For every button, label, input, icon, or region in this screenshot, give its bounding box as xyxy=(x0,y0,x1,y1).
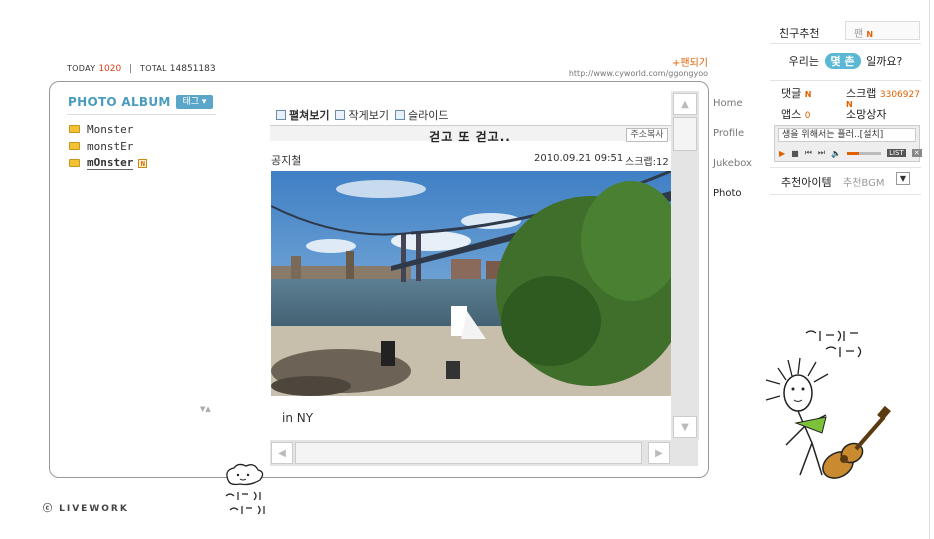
playlist-button[interactable]: LIST xyxy=(887,149,906,157)
comments-link[interactable]: 댓글 N xyxy=(781,85,811,101)
post-photo xyxy=(271,171,671,396)
next-icon[interactable]: ⏭ xyxy=(818,148,825,158)
stop-icon[interactable]: ■ xyxy=(791,149,799,158)
fan-join-link[interactable]: +팬되기 xyxy=(672,54,708,69)
collapse-arrows-icon[interactable]: ▼▲ xyxy=(200,405,211,413)
prev-icon[interactable]: ⏮ xyxy=(805,148,812,158)
vertical-scroll-thumb[interactable] xyxy=(673,117,697,151)
today-count: 1020 xyxy=(98,64,122,74)
scroll-right-arrow-icon[interactable]: ▶ xyxy=(648,442,670,464)
scroll-left-arrow-icon[interactable]: ◀ xyxy=(271,442,293,464)
volume-icon[interactable]: 🔈 xyxy=(831,149,841,158)
scroll-down-arrow-icon[interactable]: ▼ xyxy=(673,416,697,438)
post-author[interactable]: 공지철 xyxy=(271,152,301,168)
folder-name: Monster xyxy=(87,122,134,136)
today-label: TODAY xyxy=(67,64,96,73)
volume-slider[interactable] xyxy=(847,151,882,155)
page-right-border xyxy=(929,0,930,539)
player-controls: ▶ ■ ⏮ ⏭ 🔈 LIST ✕ xyxy=(779,148,922,158)
fan-box[interactable]: 팬 N xyxy=(845,21,920,40)
new-badge-icon: N xyxy=(866,30,874,39)
chevron-down-icon[interactable]: ▼ xyxy=(896,172,910,185)
now-playing-text[interactable]: 생을 위해서는 플러..[설치] xyxy=(778,128,916,142)
post-title: 걷고 또 걷고.. xyxy=(429,130,511,144)
grid-view-icon xyxy=(335,110,346,120)
fan-label: 팬 xyxy=(854,29,864,40)
new-badge-icon: N xyxy=(804,90,812,99)
post-date: 2010.09.21 09:51 xyxy=(534,153,624,164)
nav-photo[interactable]: Photo xyxy=(713,188,742,199)
new-badge-icon: N xyxy=(138,158,148,168)
total-label: TOTAL xyxy=(140,64,167,73)
recommend-bgm-link[interactable]: 추천BGM xyxy=(843,174,884,189)
relation-pill[interactable]: 몇 촌 xyxy=(824,53,861,69)
folder-name: monstEr xyxy=(87,139,134,153)
nav-jukebox[interactable]: Jukebox xyxy=(713,158,752,169)
wish-box-link[interactable]: N 소망상자 xyxy=(846,100,886,122)
recommend-item-link[interactable]: 추천아이템 xyxy=(781,174,832,190)
panel-divider xyxy=(770,167,921,168)
cloud-doodle xyxy=(220,462,290,525)
folder-icon xyxy=(69,159,80,167)
visitor-counter: TODAY 1020 | TOTAL 14851183 xyxy=(67,64,216,74)
album-divider xyxy=(67,114,216,115)
view-mode-tabs: 펼쳐보기 작게보기 슬라이드 xyxy=(276,107,448,123)
tab-small-view[interactable]: 작게보기 xyxy=(335,107,389,123)
album-title: PHOTO ALBUM xyxy=(68,95,171,109)
panel-divider xyxy=(770,43,921,44)
livework-logo: ⓒ LIVEWORK xyxy=(43,504,129,514)
close-player-icon[interactable]: ✕ xyxy=(911,149,922,157)
relation-query[interactable]: 우리는 몇 촌 일까요? xyxy=(770,53,921,69)
total-count: 14851183 xyxy=(169,64,216,74)
new-badge-icon: N xyxy=(846,100,853,109)
nav-profile[interactable]: Profile xyxy=(713,128,744,139)
slide-view-icon xyxy=(394,110,405,120)
tab-slide-view[interactable]: 슬라이드 xyxy=(394,107,448,123)
folder-name: mOnster xyxy=(87,156,134,170)
apps-link[interactable]: 앱스 0 xyxy=(781,106,810,122)
tab-expanded-view[interactable]: 펼쳐보기 xyxy=(276,107,329,123)
folder-item-selected[interactable]: mOnster N xyxy=(69,156,148,170)
nav-home[interactable]: Home xyxy=(713,98,743,109)
copy-url-button[interactable]: 주소복사 xyxy=(626,128,668,142)
folder-icon xyxy=(69,142,80,150)
folder-item[interactable]: Monster xyxy=(69,122,133,136)
folder-item[interactable]: monstEr xyxy=(69,139,133,153)
panel-divider xyxy=(770,194,921,195)
photo-caption: in NY xyxy=(282,411,314,425)
tag-button[interactable]: 태그 ▾ xyxy=(176,95,213,109)
panel-divider xyxy=(770,80,921,81)
horizontal-scroll-thumb[interactable] xyxy=(295,442,642,464)
guitar-doodle xyxy=(756,325,916,498)
homepage-url[interactable]: http://www.cyworld.com/ggongyoo xyxy=(520,69,708,78)
expanded-view-icon xyxy=(276,110,286,120)
scrap-link[interactable]: 스크랩 3306927 xyxy=(846,85,920,101)
friend-recommend-link[interactable]: 친구추천 xyxy=(779,25,819,41)
scroll-up-arrow-icon[interactable]: ▲ xyxy=(673,93,697,115)
play-icon[interactable]: ▶ xyxy=(779,149,785,158)
folder-icon xyxy=(69,125,80,133)
scrap-count: 스크랩:12 xyxy=(625,157,669,168)
